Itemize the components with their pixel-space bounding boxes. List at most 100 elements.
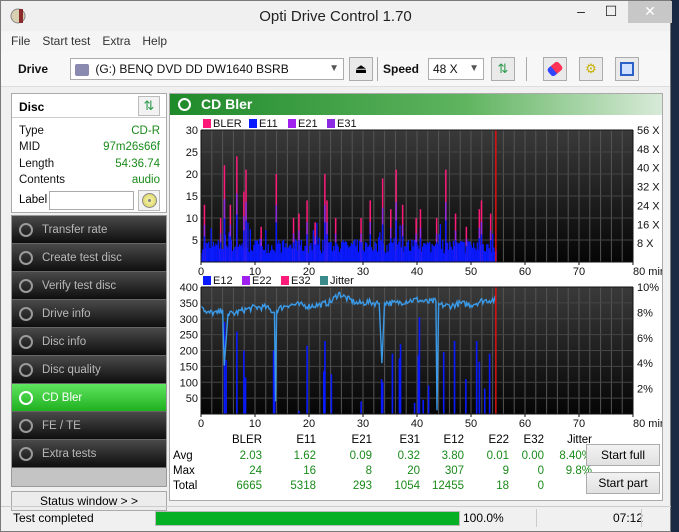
e11-bar xyxy=(451,249,453,262)
e11-bar xyxy=(277,243,279,262)
toolbar: Drive (G:) BENQ DVD DD DW1640 BSRB ▼ ⏏ S… xyxy=(1,51,670,87)
e11-bar xyxy=(205,242,208,262)
e11-bar xyxy=(215,243,217,262)
save-button[interactable] xyxy=(615,57,639,81)
label-input[interactable] xyxy=(49,191,134,210)
menu-file[interactable]: File xyxy=(11,34,30,48)
charts-area: BLER E11 E21 E31 5 10 15 20 25 30 8 X 16 X 24 X 32 X 4… xyxy=(180,118,662,430)
e11-bar xyxy=(480,234,483,262)
minimize-button[interactable]: ‒ xyxy=(566,1,596,23)
field-label: Length xyxy=(19,158,55,170)
nav-create-test-disc[interactable]: Create test disc xyxy=(12,244,166,272)
stats-row-avg: Avg 2.03 1.62 0.09 0.32 3.80 0.01 0.00 8.40% xyxy=(170,450,592,465)
nav-verify-test-disc[interactable]: Verify test disc xyxy=(12,272,166,300)
nav-label: Transfer rate xyxy=(42,224,108,236)
start-full-button[interactable]: Start full xyxy=(586,444,660,466)
e11-bar xyxy=(489,240,492,262)
disc-refresh-button[interactable]: ⇅ xyxy=(138,96,160,116)
nav-fe-te[interactable]: FE / TE xyxy=(12,412,166,440)
stats-value: 0.01 xyxy=(486,450,509,462)
stats-value: 307 xyxy=(444,465,464,477)
nav-extra-tests[interactable]: Extra tests xyxy=(12,440,166,468)
eject-icon: ⏏ xyxy=(354,61,368,76)
legend-swatch-e21 xyxy=(288,119,296,128)
e11-bar xyxy=(412,246,414,262)
disc-info-icon xyxy=(19,335,33,349)
e11-bar xyxy=(229,236,232,262)
e12-bar xyxy=(422,399,424,414)
e11-bar xyxy=(314,244,316,262)
drive-select[interactable]: (G:) BENQ DVD DD DW1640 BSRB ▼ xyxy=(70,58,344,80)
e11-bar xyxy=(212,241,215,262)
nav-drive-info[interactable]: Drive info xyxy=(12,300,166,328)
x-tick-label: 60 xyxy=(519,266,531,278)
legend-swatch-e22 xyxy=(242,276,250,285)
panel-title: CD Bler xyxy=(201,96,253,112)
nav-disc-info[interactable]: Disc info xyxy=(12,328,166,356)
e11-bar xyxy=(286,247,288,262)
e11-bar xyxy=(320,253,323,262)
nav-label: Verify test disc xyxy=(42,280,117,292)
disc-field-type: Type CD-R xyxy=(19,125,160,141)
e11-bar xyxy=(417,245,419,262)
e11-bar xyxy=(398,241,400,262)
legend-swatch-bler xyxy=(203,119,211,128)
stats-header-e11: E11 xyxy=(296,434,316,446)
e11-bar xyxy=(471,247,474,262)
nav-cd-bler[interactable]: CD Bler xyxy=(12,384,166,412)
e11-bar xyxy=(478,238,481,262)
disc-panel: Disc ⇅ Type CD-R MID 97m26s66f Length 54:36… xyxy=(11,93,167,213)
settings-button[interactable]: ⚙ xyxy=(579,57,603,81)
x-tick-label: 70 xyxy=(573,266,585,278)
e11-bar xyxy=(332,246,335,262)
e11-bar xyxy=(452,240,455,262)
refresh-speed-button[interactable]: ⇅ xyxy=(491,57,515,81)
speed-select[interactable]: 48 X ▼ xyxy=(428,58,484,80)
e11-bar xyxy=(440,248,443,262)
e11-bar xyxy=(216,245,218,262)
e11-bar xyxy=(390,238,392,262)
y2-tick-label: 48 X xyxy=(637,144,660,156)
e11-bar xyxy=(299,245,301,262)
e11-bar xyxy=(317,244,319,262)
nav-disc-quality[interactable]: Disc quality xyxy=(12,356,166,384)
e11-bar xyxy=(484,251,487,262)
stats-header-e22: E22 xyxy=(488,434,509,446)
e11-bar xyxy=(425,244,427,262)
y-tick-label: 25 xyxy=(186,147,198,159)
chevron-down-icon: ▼ xyxy=(329,63,339,74)
e11-bar xyxy=(355,246,357,262)
menu-start-test[interactable]: Start test xyxy=(42,34,90,48)
stats-row-label: Avg xyxy=(173,450,193,462)
erase-button[interactable] xyxy=(543,57,567,81)
e11-bar xyxy=(366,243,368,262)
label-disc-button[interactable] xyxy=(138,190,160,211)
nav-transfer-rate[interactable]: Transfer rate xyxy=(12,216,166,244)
e11-bar xyxy=(470,245,472,262)
e11-bar xyxy=(266,253,268,262)
e11-bar xyxy=(262,249,265,262)
start-part-button[interactable]: Start part xyxy=(586,472,660,494)
eject-button[interactable]: ⏏ xyxy=(349,57,373,81)
e11-bar xyxy=(309,245,311,262)
e11-bar xyxy=(245,220,247,262)
y-tick-label: 15 xyxy=(186,191,198,203)
e12-bar xyxy=(381,382,384,414)
e11-bar xyxy=(408,250,411,262)
menu-extra[interactable]: Extra xyxy=(102,34,130,48)
legend-swatch-jitter xyxy=(320,276,328,285)
e11-bar xyxy=(268,252,271,262)
speed-label: Speed xyxy=(383,62,420,76)
stats-value: 8 xyxy=(365,465,372,477)
toolbar-divider xyxy=(377,57,378,81)
e11-bar xyxy=(312,230,314,262)
e11-bar xyxy=(304,245,306,262)
create-disc-icon xyxy=(19,251,33,265)
y2-tick-label: 8% xyxy=(637,307,653,319)
e11-bar xyxy=(260,246,262,262)
e11-bar xyxy=(339,248,342,262)
e11-bar xyxy=(287,247,290,262)
menu-help[interactable]: Help xyxy=(142,34,167,48)
close-button[interactable]: ✕ xyxy=(628,1,672,23)
maximize-button[interactable]: ☐ xyxy=(596,1,626,23)
